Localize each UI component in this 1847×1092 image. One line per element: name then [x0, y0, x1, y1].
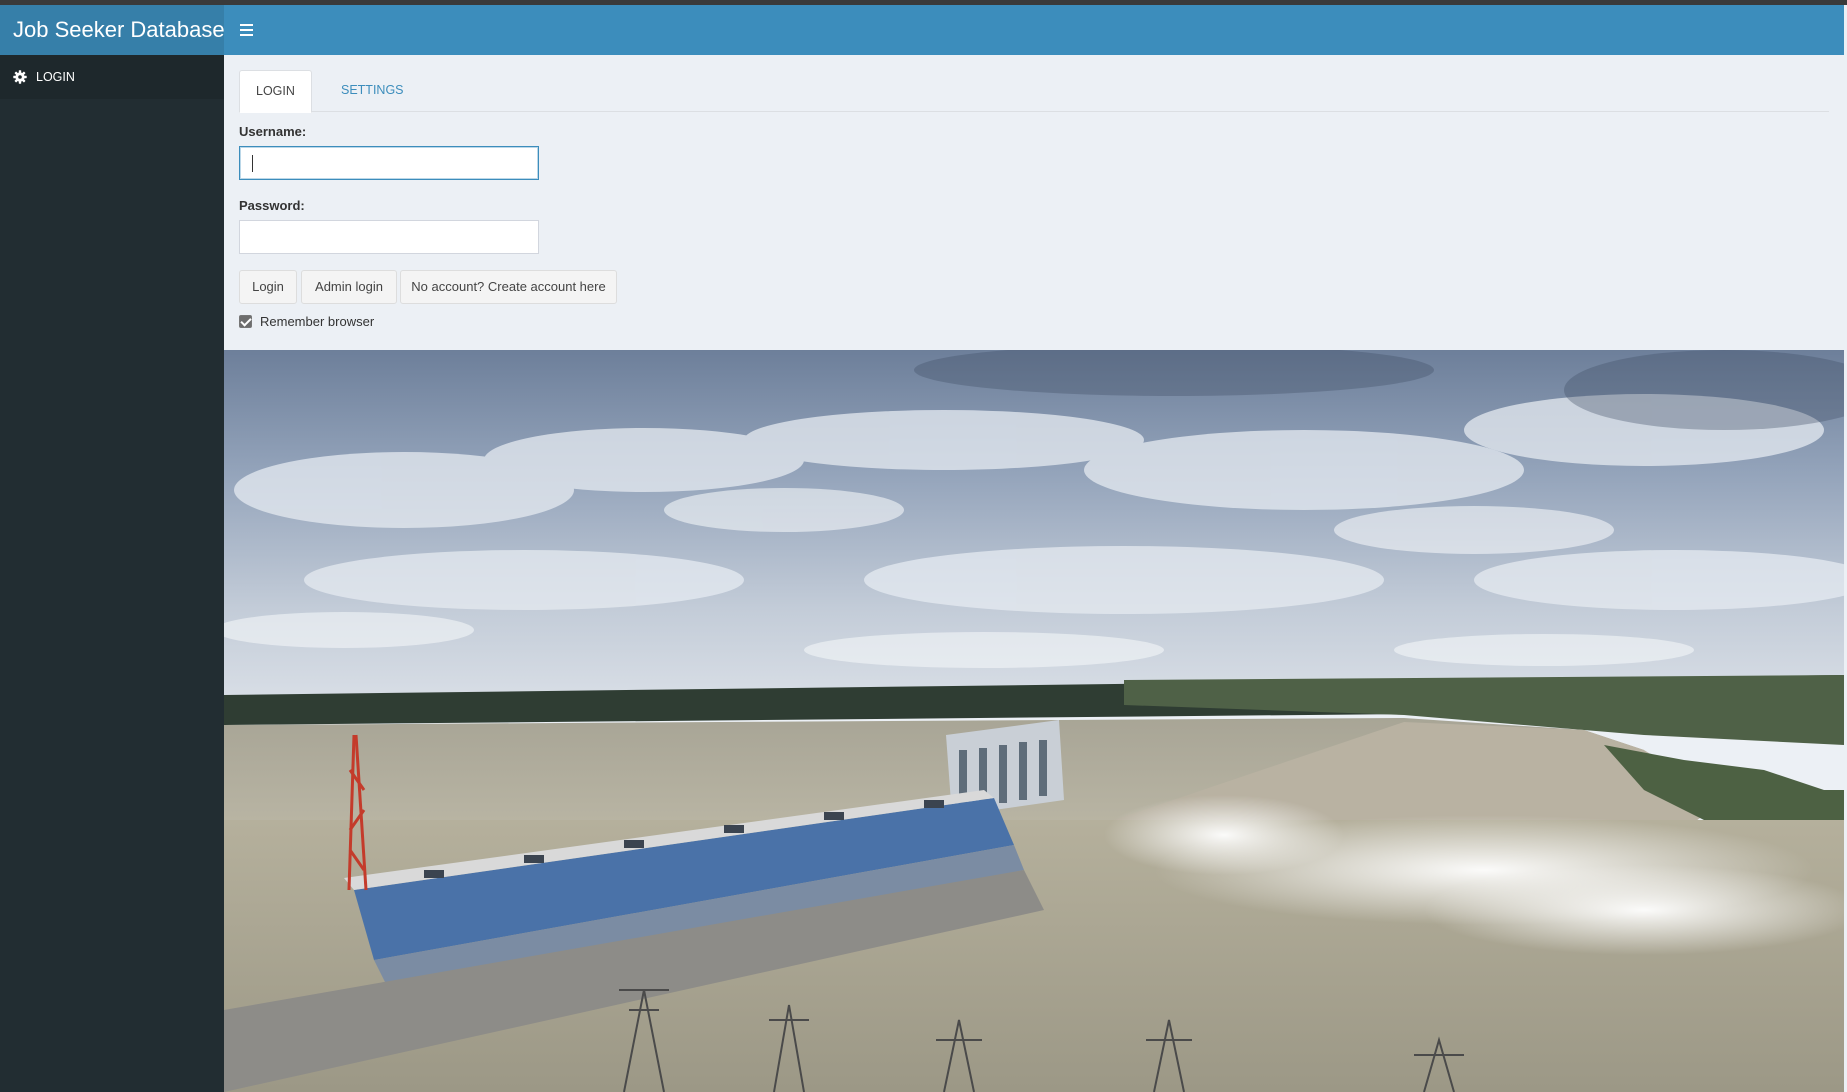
password-label: Password:	[239, 198, 305, 213]
password-field[interactable]	[239, 220, 539, 254]
create-account-button[interactable]: No account? Create account here	[400, 270, 617, 304]
tab-bar: LOGIN SETTINGS	[239, 70, 1829, 113]
app-logo[interactable]: Job Seeker Database	[0, 5, 225, 55]
dam-illustration	[224, 350, 1844, 1092]
username-field[interactable]	[239, 146, 539, 180]
hamburger-menu-icon[interactable]	[236, 18, 260, 42]
remember-browser: Remember browser	[239, 313, 374, 329]
hero-dam-photo	[224, 350, 1844, 1092]
tab-settings[interactable]: SETTINGS	[325, 70, 420, 112]
admin-login-button[interactable]: Admin login	[301, 270, 397, 304]
sidebar-item-label: LOGIN	[36, 70, 75, 84]
sidebar-item-login[interactable]: LOGIN	[0, 55, 224, 99]
sidebar: LOGIN	[0, 55, 224, 1092]
tab-login[interactable]: LOGIN	[239, 70, 312, 113]
top-navbar	[224, 5, 1844, 55]
username-label: Username:	[239, 124, 307, 139]
login-button[interactable]: Login	[239, 270, 297, 304]
remember-browser-checkbox[interactable]	[239, 314, 252, 328]
remember-browser-label: Remember browser	[260, 313, 375, 329]
text-cursor	[252, 155, 253, 172]
main-content: LOGIN SETTINGS Username: Password: Login…	[224, 55, 1844, 350]
gear-icon	[13, 70, 27, 84]
